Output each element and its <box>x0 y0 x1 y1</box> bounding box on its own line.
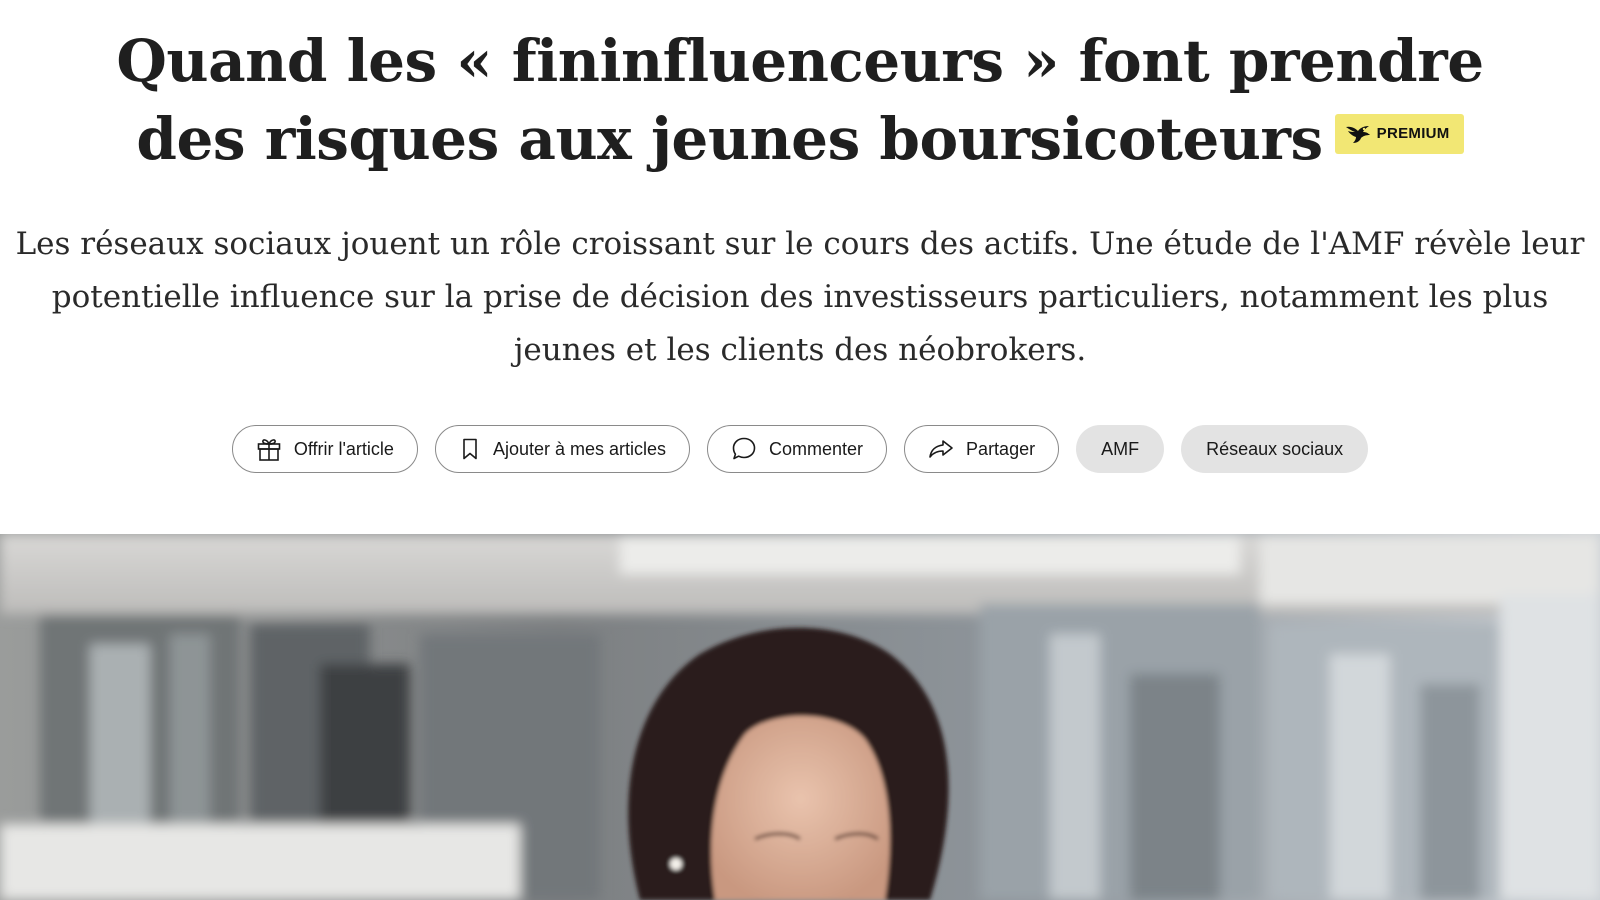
speech-bubble-icon <box>732 437 756 460</box>
article-header: Quand les « fininfluenceurs » font prend… <box>0 0 1600 534</box>
article-hero-image <box>0 534 1600 900</box>
article-title-text: Quand les « fininfluenceurs » font prend… <box>116 27 1484 173</box>
comment-label: Commenter <box>769 438 864 459</box>
hero-photo <box>0 534 1600 900</box>
article-title: Quand les « fininfluenceurs » font prend… <box>60 22 1540 178</box>
article-actions: Offrir l'article Ajouter à mes articles … <box>0 425 1600 473</box>
comment-button[interactable]: Commenter <box>707 425 888 473</box>
article-subtitle: Les réseaux sociaux jouent un rôle crois… <box>15 226 1585 368</box>
add-to-my-articles-button[interactable]: Ajouter à mes articles <box>434 425 691 473</box>
gift-icon <box>257 439 281 461</box>
share-button[interactable]: Partager <box>904 425 1060 473</box>
add-to-my-articles-label: Ajouter à mes articles <box>492 438 667 459</box>
premium-label: PREMIUM <box>1376 125 1450 142</box>
offer-article-button[interactable]: Offrir l'article <box>231 425 418 473</box>
share-label: Partager <box>966 438 1036 459</box>
share-arrow-icon <box>929 440 953 458</box>
bookmark-icon <box>463 438 477 460</box>
bird-logo-icon <box>1345 126 1370 143</box>
offer-article-label: Offrir l'article <box>293 438 394 459</box>
tag-reseaux-sociaux[interactable]: Réseaux sociaux <box>1181 425 1369 473</box>
premium-badge: PREMIUM <box>1334 114 1464 154</box>
tag-amf[interactable]: AMF <box>1076 425 1165 473</box>
